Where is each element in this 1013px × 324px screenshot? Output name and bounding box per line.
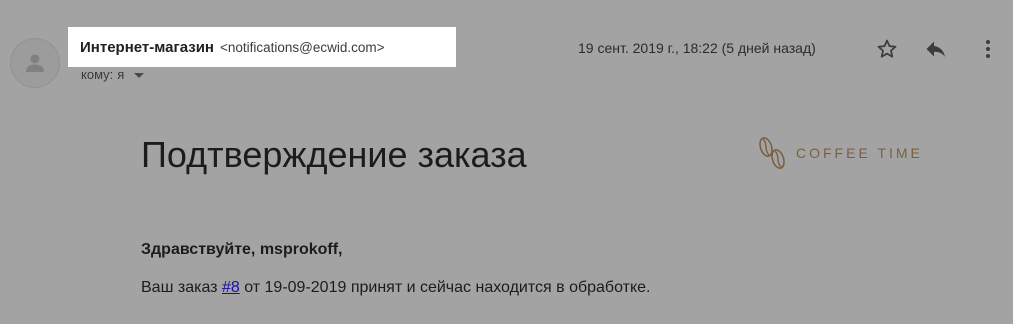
more-vert-icon xyxy=(986,40,990,58)
more-options-button[interactable] xyxy=(975,36,1001,62)
coffee-beans-icon xyxy=(759,137,785,169)
recipient-details[interactable]: кому: я xyxy=(81,67,145,82)
sender-email: <notifications@ecwid.com> xyxy=(220,39,385,55)
order-prefix: Ваш заказ xyxy=(141,279,218,296)
email-heading: Подтверждение заказа xyxy=(141,134,527,175)
order-suffix: от 19-09-2019 принят и сейчас находится … xyxy=(244,279,651,296)
sender-info: Интернет-магазин <notifications@ecwid.co… xyxy=(68,27,456,67)
recipient-value: я xyxy=(117,67,125,82)
order-status-text: Ваш заказ #8 от 19-09-2019 принят и сейч… xyxy=(141,279,650,297)
order-link[interactable]: #8 xyxy=(222,279,240,296)
reply-icon xyxy=(926,41,945,57)
email-date: 19 сент. 2019 г., 18:22 (5 дней назад) xyxy=(578,40,816,56)
greeting: Здравствуйте, msprokoff, xyxy=(141,241,343,258)
logo-text: COFFEE TIME xyxy=(796,145,923,161)
sender-name[interactable]: Интернет-магазин xyxy=(80,39,214,56)
reply-button[interactable] xyxy=(923,36,949,62)
star-button[interactable] xyxy=(874,36,900,62)
sender-avatar[interactable] xyxy=(10,38,60,88)
star-icon xyxy=(877,39,897,58)
recipient-label: кому: xyxy=(81,67,114,82)
person-icon xyxy=(26,54,44,72)
caret-down-icon[interactable] xyxy=(134,73,145,78)
store-logo: COFFEE TIME xyxy=(756,134,923,172)
